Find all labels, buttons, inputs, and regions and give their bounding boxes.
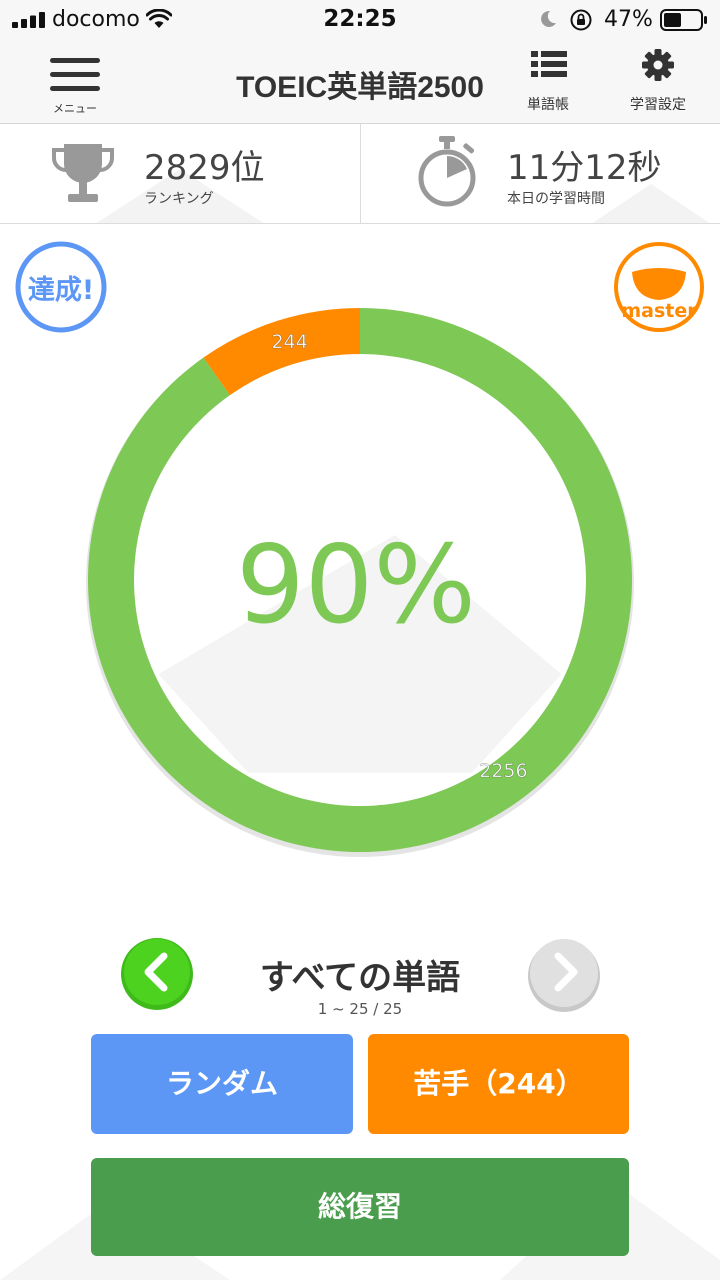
ranking-stat[interactable]: 2829位 ランキング: [0, 124, 360, 223]
achievement-badge[interactable]: 達成!: [14, 240, 108, 334]
stats-panel: 2829位 ランキング 11分12秒 本日の学習時間: [0, 124, 720, 224]
achieved-badge-text: 達成!: [27, 275, 95, 306]
settings-button[interactable]: 学習設定: [613, 44, 703, 120]
ranking-value: 2829位: [144, 148, 265, 188]
next-category-button[interactable]: [526, 936, 600, 1012]
weak-words-button[interactable]: 苦手（244）: [368, 1034, 629, 1134]
ranking-label: ランキング: [144, 191, 214, 207]
list-icon: [531, 51, 567, 77]
rotation-lock-icon: [570, 9, 592, 31]
chevron-right-icon: [528, 939, 600, 1012]
settings-label: 学習設定: [630, 97, 686, 113]
study-time-stat[interactable]: 11分12秒 本日の学習時間: [360, 124, 720, 223]
gear-icon: [642, 49, 674, 81]
page-title: TOEIC英単語2500: [236, 71, 484, 104]
progress-percentage: 90%: [236, 523, 476, 648]
master-badge-text: master: [621, 300, 697, 322]
category-range: 1 ~ 25 / 25: [317, 1000, 403, 1018]
random-button[interactable]: ランダム: [91, 1034, 353, 1134]
navigation-bar: メニュー TOEIC英単語2500 単語帳 学習設定: [0, 40, 720, 124]
category-selector: すべての単語 1 ~ 25 / 25: [0, 936, 720, 1026]
status-bar: docomo 22:25 47%: [0, 0, 720, 40]
battery-icon: [660, 9, 707, 31]
moon-icon: [541, 10, 556, 27]
battery-percent: 47%: [604, 7, 653, 32]
donut-data-label: 244: [271, 331, 307, 353]
stopwatch-icon: [418, 136, 476, 207]
progress-chart-area: 2256 244 90% 達成! master: [0, 224, 720, 924]
full-review-button[interactable]: 総復習: [91, 1158, 629, 1256]
master-badge[interactable]: master: [612, 240, 706, 334]
wordbook-button[interactable]: 単語帳: [503, 44, 593, 120]
study-time-label: 本日の学習時間: [507, 191, 605, 207]
donut-data-label: 2256: [479, 760, 527, 782]
wordbook-label: 単語帳: [527, 97, 569, 113]
trophy-icon: [52, 144, 114, 202]
category-title: すべての単語: [259, 958, 461, 998]
study-time-value: 11分12秒: [507, 148, 662, 188]
